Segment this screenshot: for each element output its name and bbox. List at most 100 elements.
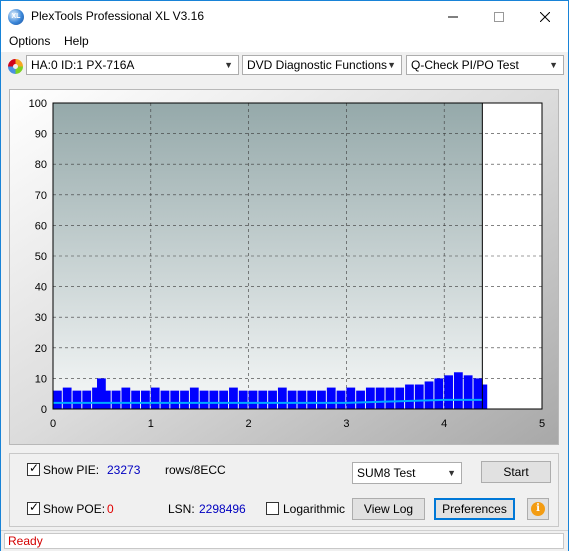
checkmark-icon: ✓ <box>29 461 40 475</box>
lsn-value: 2298496 <box>199 502 246 516</box>
pi-error-bar <box>336 390 346 409</box>
x-tick-label: 0 <box>50 418 56 430</box>
show-pie-checkbox[interactable]: ✓ <box>27 461 40 476</box>
pi-error-bar <box>385 387 395 409</box>
pi-error-bar <box>395 387 405 409</box>
pi-error-bar <box>375 387 385 409</box>
x-tick-label: 5 <box>539 418 545 430</box>
minimize-icon <box>448 16 458 17</box>
pi-error-bar <box>248 390 258 409</box>
maximize-icon <box>494 11 504 22</box>
menu-options[interactable]: Options <box>9 34 50 48</box>
status-bar: Ready <box>1 530 568 551</box>
pi-error-bar <box>141 390 150 409</box>
info-button[interactable]: i <box>527 498 549 520</box>
maximize-button[interactable] <box>476 1 522 32</box>
lsn-label: LSN: <box>168 502 195 516</box>
pi-error-bar <box>356 390 365 409</box>
pi-error-bar <box>326 387 336 409</box>
show-poe-label: Show POE: <box>43 502 106 516</box>
drive-select-value: HA:0 ID:1 PX-716A <box>31 58 135 72</box>
y-tick-label: 100 <box>29 98 47 110</box>
pi-error-bar <box>258 390 268 409</box>
pi-error-bar <box>268 390 277 409</box>
preferences-button[interactable]: Preferences <box>434 498 515 520</box>
pi-error-bar <box>287 390 297 409</box>
y-tick-label: 50 <box>35 251 47 263</box>
show-pie-label: Show PIE: <box>43 463 100 477</box>
pi-error-bar <box>160 390 170 409</box>
y-tick-label: 0 <box>41 404 47 416</box>
title-bar[interactable]: XL PlexTools Professional XL V3.16 <box>1 1 568 32</box>
pi-error-bar <box>111 390 121 409</box>
pi-error-bar <box>277 387 287 409</box>
info-icon: i <box>531 502 545 516</box>
pi-error-bar <box>365 387 375 409</box>
start-button[interactable]: Start <box>481 461 551 483</box>
pi-po-chart: 0 10 20 30 40 50 60 70 80 90 100 0 1 2 3 4 5 <box>10 90 558 444</box>
pi-error-bar <box>424 381 434 409</box>
test-mode-value: SUM8 Test <box>357 466 416 480</box>
menu-help[interactable]: Help <box>64 34 89 48</box>
y-tick-label: 30 <box>35 312 47 324</box>
pi-error-bar <box>170 390 180 409</box>
y-tick-label: 60 <box>35 220 47 232</box>
logarithmic-checkbox[interactable] <box>266 502 279 515</box>
show-poe-checkbox[interactable]: ✓ <box>27 500 40 515</box>
menu-bar: Options Help <box>1 32 568 52</box>
minimize-button[interactable] <box>430 1 476 32</box>
pi-error-bar <box>346 387 356 409</box>
drive-select[interactable]: HA:0 ID:1 PX-716A ▼ <box>26 55 239 75</box>
pi-error-bar <box>238 390 248 409</box>
pi-error-bar <box>82 390 92 409</box>
y-tick-label: 90 <box>35 129 47 141</box>
pi-error-bar <box>219 390 229 409</box>
pi-error-bar <box>307 390 317 409</box>
pi-error-bar <box>189 387 199 409</box>
chevron-down-icon: ▼ <box>447 468 456 478</box>
pi-error-bar <box>101 390 111 409</box>
chevron-down-icon: ▼ <box>549 60 558 70</box>
close-icon <box>540 11 550 22</box>
disc-drive-icon <box>8 59 23 74</box>
close-button[interactable] <box>522 1 568 32</box>
test-mode-select[interactable]: SUM8 Test ▼ <box>352 462 462 484</box>
pie-value: 23273 <box>107 463 141 477</box>
pi-error-bar <box>414 384 424 409</box>
pi-error-bar <box>180 390 189 409</box>
app-window: XL PlexTools Professional XL V3.16 Optio… <box>0 0 569 551</box>
x-tick-label: 4 <box>441 418 447 430</box>
chevron-down-icon: ▼ <box>387 60 396 70</box>
pi-error-bar <box>453 372 463 409</box>
y-tick-label: 10 <box>35 373 47 385</box>
pi-error-bar <box>405 384 414 409</box>
pi-error-bar <box>297 390 307 409</box>
pi-error-bar <box>150 387 160 409</box>
y-tick-label: 80 <box>35 159 47 171</box>
pi-error-bar <box>463 375 473 409</box>
pie-unit: rows/8ECC <box>165 463 226 477</box>
chevron-down-icon: ▼ <box>224 60 233 70</box>
y-tick-label: 40 <box>35 282 47 294</box>
pi-error-bar <box>199 390 209 409</box>
view-log-button[interactable]: View Log <box>352 498 425 520</box>
function-select-value: DVD Diagnostic Functions <box>247 58 388 72</box>
pi-error-bar <box>72 390 82 409</box>
y-tick-label: 20 <box>35 343 47 355</box>
checkmark-icon: ✓ <box>29 500 40 514</box>
pi-error-bar <box>444 375 453 409</box>
pi-error-bar <box>434 378 444 409</box>
chart-panel: 0 10 20 30 40 50 60 70 80 90 100 0 1 2 3 4 5 <box>9 89 559 445</box>
logarithmic-label: Logarithmic <box>283 502 346 516</box>
plot-area <box>53 103 483 409</box>
pi-error-bar <box>229 387 238 409</box>
status-text: Ready <box>4 533 564 549</box>
function-select[interactable]: DVD Diagnostic Functions ▼ <box>242 55 402 75</box>
test-select[interactable]: Q-Check PI/PO Test ▼ <box>406 55 564 75</box>
x-tick-label: 3 <box>343 418 349 430</box>
pi-error-bar <box>209 390 219 409</box>
x-tick-label: 1 <box>148 418 154 430</box>
pi-error-bar <box>121 387 131 409</box>
app-logo-icon: XL <box>8 9 24 25</box>
pi-error-bar <box>62 387 72 409</box>
